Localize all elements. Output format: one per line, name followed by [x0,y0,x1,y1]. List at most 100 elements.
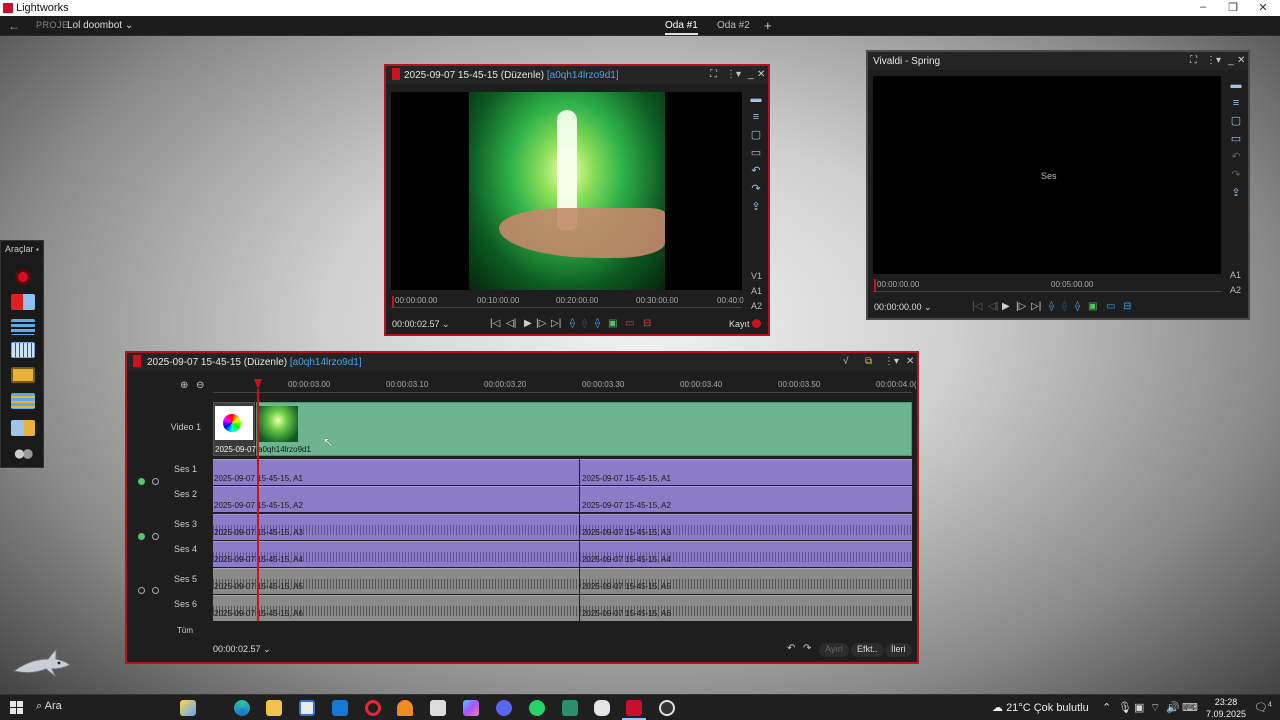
lightworks-taskbar-icon[interactable] [626,700,642,716]
next-button[interactable]: İleri [885,643,912,657]
whatsapp-icon[interactable] [529,700,545,716]
copilot-app-icon[interactable] [463,700,479,716]
notes-app-icon[interactable] [430,700,446,716]
audio-clip[interactable]: 2025-09-07 15-45-15, A5 [213,568,579,594]
discord-icon[interactable] [496,700,512,716]
microsoft-store-icon[interactable] [299,700,315,716]
source-playhead[interactable] [392,296,394,308]
zoom-out-icon[interactable]: ⊖ [196,380,204,391]
record-dot-icon[interactable] [752,319,761,328]
volume-icon[interactable]: 🔊 [1166,701,1180,714]
redo-icon[interactable]: ↷ [803,643,811,654]
pin-icon[interactable]: ▾ [1216,55,1221,66]
track-label-ses-3[interactable]: Ses 3 [127,519,197,529]
channel-a1[interactable]: A1 [1230,270,1241,280]
track-label-all[interactable]: Tüm [123,626,193,635]
effects-button[interactable]: Efkt.. [851,643,884,657]
step-back-icon[interactable]: ◁| [506,318,516,329]
bin-grid-icon[interactable] [11,342,35,358]
clear-marks-icon[interactable]: ⟠ [1062,301,1067,312]
vivaldi-ruler[interactable]: 00:00:00.00 00:05:00.00 [873,278,1221,292]
source-video-area[interactable] [391,92,742,290]
step-back-icon[interactable]: ◁| [988,301,998,312]
windows-start-icon[interactable] [10,701,24,715]
vivaldi-playhead[interactable] [874,279,876,292]
play-icon[interactable]: ▶ [524,318,532,329]
edit-timeline-icon[interactable] [11,393,35,409]
audio-clip[interactable]: 2025-09-07 15-45-15, A3 [213,514,579,540]
folder-icon[interactable]: ▬ [1230,80,1242,91]
obs-icon[interactable] [659,700,675,716]
pin-icon[interactable]: ▾ [894,356,899,367]
upload-icon[interactable]: ⇪ [750,202,762,213]
audio-clip[interactable]: 2025-09-07 15-45-15, A6 [580,595,912,621]
track-label-ses-5[interactable]: Ses 5 [127,574,197,584]
play-icon[interactable]: ▶ [1002,301,1010,312]
layer-icon[interactable]: ▭ [750,148,762,159]
mark-clip-icon[interactable]: ▣ [608,318,617,329]
track-solo-toggle[interactable] [152,478,159,485]
mark-out-icon[interactable]: ⟠ [595,318,600,329]
channel-a2[interactable]: A2 [751,301,762,311]
import-icon[interactable] [11,294,35,310]
vivaldi-timecode[interactable]: 00:00:00.00 ⌄ [874,302,932,313]
audio-clip[interactable]: 2025-09-07 15-45-15, A1 [213,459,579,485]
weather-widget[interactable]: ☁ 21°C Çok bulutlu [992,701,1089,714]
go-to-end-icon[interactable]: ▷| [551,318,561,329]
add-room-button[interactable]: + [764,18,772,33]
more-menu-icon[interactable]: ⋮ [726,69,736,80]
playhead-line[interactable] [257,389,259,621]
tab-room-1[interactable]: Oda #1 [665,20,698,35]
go-to-start-icon[interactable]: |◁ [490,318,500,329]
insert-icon[interactable]: ▭ [1106,301,1115,312]
list-icon[interactable]: ≡ [1230,98,1242,109]
audio-clip[interactable]: 2025-09-07 15-45-15, A1 [580,459,912,485]
track-solo-toggle[interactable] [152,533,159,540]
list-icon[interactable]: ≡ [750,112,762,123]
undo-icon[interactable]: ↶ [750,166,762,177]
vivaldi-video-area[interactable]: Ses [873,76,1221,274]
audio-clip[interactable]: 2025-09-07 15-45-15, A3 [580,514,912,540]
opera-icon[interactable] [365,700,381,716]
project-contents-icon[interactable] [11,319,35,335]
insert-icon[interactable]: ▭ [625,318,634,329]
redo-icon[interactable]: ↷ [750,184,762,195]
source-ruler[interactable]: 00:00:00.00 00:10:00.00 00:20:00.00 00:3… [391,294,744,308]
viewer-mode-icon[interactable]: ▢ [1230,116,1242,127]
outlook-icon[interactable] [332,700,348,716]
show-hidden-icons-icon[interactable]: ⌃ [1102,701,1111,714]
viewer-mode-icon[interactable]: ▢ [750,130,762,141]
overwrite-icon[interactable]: ⊟ [643,318,651,329]
copilot-icon[interactable] [180,700,196,716]
audio-clip[interactable]: 2025-09-07 15-45-15, A2 [580,486,912,512]
folder-icon[interactable]: ▬ [750,94,762,105]
camera-icon[interactable]: ▣ [1134,701,1144,714]
pin-icon[interactable]: ▾ [736,69,741,80]
audio-clip[interactable]: 2025-09-07 15-45-15, A4 [580,541,912,567]
zoom-in-icon[interactable]: ⊕ [180,380,188,391]
minimize-panel-icon[interactable]: _ [748,69,754,80]
close-panel-icon[interactable]: ✕ [757,69,765,80]
go-to-end-icon[interactable]: ▷| [1031,301,1041,312]
overwrite-icon[interactable]: ⊟ [1123,301,1131,312]
users-icon[interactable] [11,446,35,462]
track-monitor-toggle[interactable] [138,533,145,540]
audio-clip[interactable]: 2025-09-07 15-45-15, A2 [213,486,579,512]
mark-in-icon[interactable]: ⟠ [1049,301,1054,312]
back-arrow-icon[interactable]: ← [8,19,20,33]
vpn-shield-icon[interactable] [594,700,610,716]
network-icon[interactable]: ⌔ [1150,701,1160,715]
track-label-video-1[interactable]: Video 1 [131,422,201,432]
audio-clip[interactable]: 2025-09-07 15-45-15, A5 [580,568,912,594]
sync-icon[interactable]: ⧉ [865,356,872,367]
step-forward-icon[interactable]: |▷ [536,318,546,329]
source-timecode[interactable]: 00:00:02.57 ⌄ [392,319,450,330]
close-panel-icon[interactable]: ✕ [906,356,914,367]
go-to-start-icon[interactable]: |◁ [972,301,982,312]
video-clip[interactable]: a0qh14lrzo9d1 [256,402,912,456]
layer-icon[interactable]: ▭ [1230,134,1242,145]
record-label[interactable]: Kayıt [729,319,750,329]
undo-icon[interactable]: ↶ [787,643,795,654]
upload-icon[interactable]: ⇪ [1230,188,1242,199]
more-menu-icon[interactable]: ⋮ [884,356,894,367]
